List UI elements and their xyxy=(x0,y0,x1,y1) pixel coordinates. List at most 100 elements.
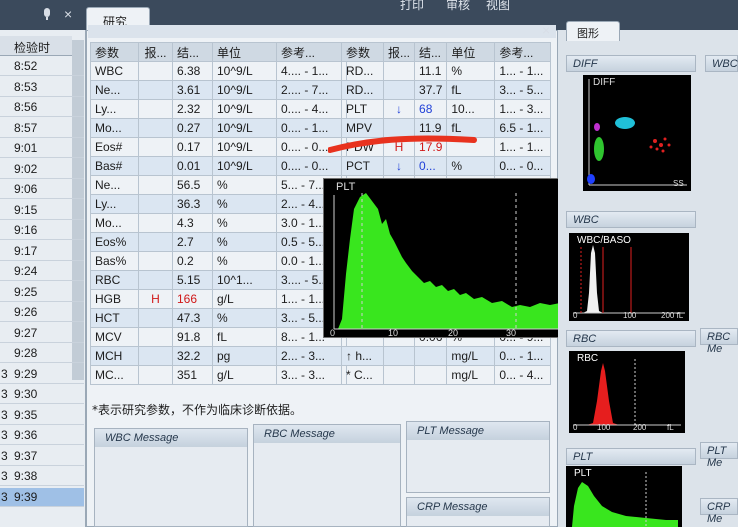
table-row[interactable]: RD... 37.7 fL 3... - 5... xyxy=(341,80,552,100)
table-row[interactable]: HCT 47.3% 3... - 5... xyxy=(90,308,347,328)
table-row[interactable]: MCH 32.2 pg 2... - 3... xyxy=(90,346,347,366)
side-rbc-message-header: RBC Me xyxy=(700,328,738,355)
cell-name: Mo... xyxy=(90,118,139,138)
time-list-item[interactable]: 3 9:29 xyxy=(0,365,84,384)
time-list-item[interactable]: 3 9:39 xyxy=(0,487,84,507)
table-row[interactable]: * C... mg/L 0... - 4... xyxy=(341,365,552,385)
cell-flag xyxy=(138,327,173,347)
menu-view[interactable]: 视图 xyxy=(486,0,510,13)
rbc-histogram[interactable]: RBC 0 100 200 fL xyxy=(569,351,685,433)
col-header-unit[interactable]: 单位 xyxy=(446,42,496,62)
wbc-tick-100: 100 xyxy=(623,311,637,320)
time-list-item[interactable]: 3 9:36 xyxy=(0,426,84,445)
cell-flag xyxy=(138,194,173,214)
time-label: 8:53 xyxy=(14,79,38,94)
close-icon[interactable]: × xyxy=(542,22,550,38)
time-list-item[interactable]: 8:53 xyxy=(0,78,84,97)
cell-unit: 10^9/L xyxy=(212,118,277,138)
time-list-item[interactable]: 9:25 xyxy=(0,283,84,302)
time-list-item[interactable]: 3 9:38 xyxy=(0,467,84,486)
table-row[interactable]: MC... 351 g/L 3... - 3... xyxy=(90,365,347,385)
table-row[interactable]: Bas# 0.01 10^9/L 0.... - 0... xyxy=(90,156,347,176)
side-crp-message-header: CRP Me xyxy=(700,498,738,525)
plt-histogram-small[interactable]: PLT xyxy=(566,466,682,527)
time-list-item[interactable]: 9:28 xyxy=(0,344,84,363)
col-header-ref[interactable]: 参考... xyxy=(494,42,552,62)
table-row[interactable]: ↑ h... mg/L 0... - 1... xyxy=(341,346,552,366)
time-label: 9:06 xyxy=(14,182,38,196)
time-list-item[interactable]: 9:24 xyxy=(0,262,84,281)
cell-result: 56.5 xyxy=(172,175,213,195)
time-label: 9:37 xyxy=(14,448,38,463)
diff-header: DIFF xyxy=(566,55,696,72)
table-row[interactable]: Ly... 36.3% 2... - 4... xyxy=(90,194,347,214)
table-row[interactable]: Ly... 2.32 10^9/L 0.... - 4... xyxy=(90,99,347,119)
col-header-ref[interactable]: 参考... xyxy=(276,42,347,62)
cell-unit: mg/L xyxy=(446,346,496,366)
time-prefix: 3 xyxy=(1,366,8,381)
time-list-item[interactable]: 9:01 xyxy=(0,139,84,158)
time-list-item[interactable]: 9:27 xyxy=(0,324,84,343)
plt-popup-label: PLT xyxy=(336,181,356,193)
col-header-param[interactable]: 参数 xyxy=(341,42,384,62)
table-row[interactable]: Ne... 56.5% 5... - 7... xyxy=(90,175,347,195)
wbc-baso-histogram[interactable]: WBC/BASO 0 100 200 fL xyxy=(569,233,689,321)
cell-flag xyxy=(138,99,173,119)
table-row[interactable]: Mo... 4.3% 3.0 - 1... xyxy=(90,213,347,233)
time-column-header[interactable]: 检验时 xyxy=(0,36,72,56)
cell-flag: ↓ xyxy=(382,99,416,119)
cell-result: 37.7 xyxy=(414,80,448,100)
tab-graphics[interactable]: 图形 xyxy=(566,21,620,41)
microphone-icon[interactable] xyxy=(40,7,54,26)
col-header-result[interactable]: 结... xyxy=(172,42,213,62)
col-header-flag[interactable]: 报... xyxy=(382,42,416,62)
table-row[interactable]: HGB H 166 g/L 1... - 1... xyxy=(90,289,347,309)
col-header-result[interactable]: 结... xyxy=(414,42,448,62)
time-list-item[interactable]: 9:02 xyxy=(0,160,84,179)
wbc-header: WBC xyxy=(566,211,696,228)
diff-scatter-plot[interactable]: DIFF SS xyxy=(583,75,691,191)
time-list-item[interactable]: 9:15 xyxy=(0,201,84,220)
time-list-item[interactable]: 9:16 xyxy=(0,221,84,240)
cell-ref: 4.... - 1... xyxy=(276,61,347,81)
col-header-flag[interactable]: 报... xyxy=(138,42,173,62)
table-row[interactable]: RBC 5.15 10^1... 3.... - 5... xyxy=(90,270,347,290)
table-row[interactable]: Ne... 3.61 10^9/L 2.... - 7... xyxy=(90,80,347,100)
table-row[interactable]: Eos# 0.17 10^9/L 0.... - 0... xyxy=(90,137,347,157)
table-row[interactable]: MCV 91.8 fL 8... - 1... xyxy=(90,327,347,347)
rbc-header: RBC xyxy=(566,330,696,347)
time-list-item[interactable]: 3 9:30 xyxy=(0,385,84,404)
cell-flag xyxy=(138,346,173,366)
time-list-item[interactable]: 8:52 xyxy=(0,57,84,76)
cell-ref: 3... - 5... xyxy=(494,80,552,100)
cell-flag xyxy=(382,80,416,100)
table-row[interactable]: RD... 11.1% 1... - 1... xyxy=(341,61,552,81)
cell-unit: 10^1... xyxy=(212,270,277,290)
close-left-panel-icon[interactable]: × xyxy=(64,6,72,22)
time-list-item[interactable]: 9:26 xyxy=(0,303,84,322)
menu-print[interactable]: 打印 xyxy=(400,0,424,13)
time-label: 9:39 xyxy=(14,489,38,504)
cell-ref: 1... - 1... xyxy=(494,137,552,157)
col-header-param[interactable]: 参数 xyxy=(90,42,139,62)
plt-tick-10: 10 xyxy=(388,328,399,338)
crp-message-box: CRP Message xyxy=(406,497,550,527)
time-label: 9:30 xyxy=(14,387,38,401)
cell-flag xyxy=(382,346,416,366)
plt-histogram-popup[interactable]: PLT 0 10 20 30 xyxy=(323,178,568,338)
col-header-unit[interactable]: 单位 xyxy=(212,42,277,62)
cell-ref: 2... - 3... xyxy=(276,346,347,366)
table-row[interactable]: Eos% 2.7% 0.5 - 5... xyxy=(90,232,347,252)
time-list-item[interactable]: 3 9:35 xyxy=(0,406,84,425)
table-row[interactable]: PLT ↓ 68 10... 1... - 3... xyxy=(341,99,552,119)
time-list-item[interactable]: 8:57 xyxy=(0,119,84,138)
time-list-item[interactable]: 9:17 xyxy=(0,242,84,261)
time-list-item[interactable]: 8:56 xyxy=(0,98,84,117)
menu-audit[interactable]: 审核 xyxy=(446,0,470,13)
time-list-item[interactable]: 9:06 xyxy=(0,180,84,199)
table-row[interactable]: Mo... 0.27 10^9/L 0.... - 1... xyxy=(90,118,347,138)
time-label: 9:38 xyxy=(14,469,38,483)
time-list-item[interactable]: 3 9:37 xyxy=(0,447,84,466)
table-row[interactable]: WBC 6.38 10^9/L 4.... - 1... xyxy=(90,61,347,81)
table-row[interactable]: Bas% 0.2% 0.0 - 1... xyxy=(90,251,347,271)
